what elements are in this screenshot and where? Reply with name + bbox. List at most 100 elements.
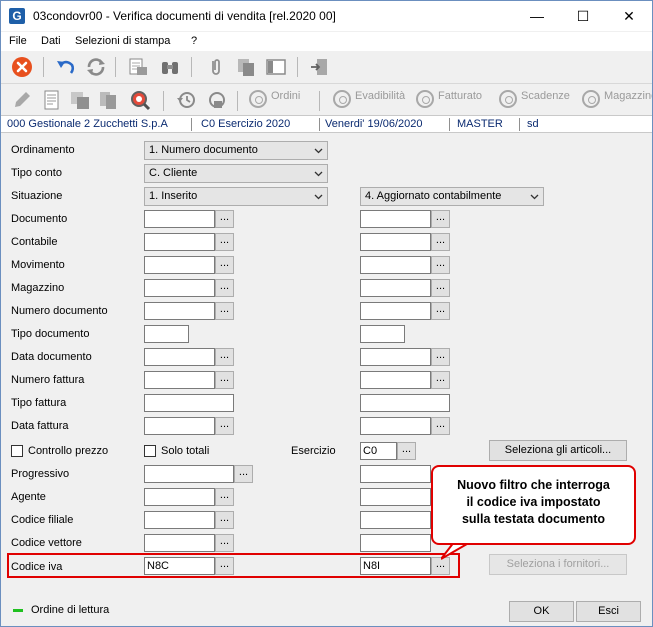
- magazzino-button[interactable]: Magazzino: [582, 90, 652, 112]
- codice-filiale-from-input[interactable]: [144, 511, 215, 529]
- data-fattura-from-input[interactable]: [144, 417, 215, 435]
- agente-label: Agente: [11, 491, 46, 503]
- exit-door-icon[interactable]: [309, 56, 331, 78]
- tipo-documento-from-input[interactable]: [144, 325, 189, 343]
- pencil-icon[interactable]: [11, 89, 33, 111]
- data-documento-to-input[interactable]: [360, 348, 431, 366]
- movimento-to-lookup-button[interactable]: ...: [431, 256, 450, 274]
- data-documento-from-input[interactable]: [144, 348, 215, 366]
- history-reset-icon[interactable]: [205, 89, 227, 111]
- attachment-icon[interactable]: [205, 56, 227, 78]
- history-icon[interactable]: [175, 89, 197, 111]
- documents-stack-icon[interactable]: [69, 89, 91, 111]
- esci-button[interactable]: Esci: [576, 601, 641, 622]
- data-documento-label: Data documento: [11, 351, 92, 363]
- ordinamento-select[interactable]: 1. Numero documento: [144, 141, 328, 160]
- evadibilita-button[interactable]: Evadibilità: [333, 90, 405, 112]
- agente-from-input[interactable]: [144, 488, 215, 506]
- ordini-icon: [249, 90, 267, 108]
- binoculars-icon[interactable]: [159, 56, 181, 78]
- data-documento-to-calendar-button[interactable]: ...: [431, 348, 450, 366]
- close-button[interactable]: ✕: [606, 1, 652, 31]
- numero-documento-from-input[interactable]: [144, 302, 215, 320]
- situazione-from-select[interactable]: 1. Inserito: [144, 187, 328, 206]
- codice-iva-to-input[interactable]: N8I: [360, 557, 431, 575]
- movimento-from-lookup-button[interactable]: ...: [215, 256, 234, 274]
- numero-fattura-to-input[interactable]: [360, 371, 431, 389]
- documento-to-input[interactable]: [360, 210, 431, 228]
- seleziona-articoli-button[interactable]: Seleziona gli articoli...: [489, 440, 627, 461]
- agente-from-lookup-button[interactable]: ...: [215, 488, 234, 506]
- pages-icon[interactable]: [97, 89, 119, 111]
- progressivo-from-input[interactable]: [144, 465, 234, 483]
- situazione-to-select[interactable]: 4. Aggiornato contabilmente: [360, 187, 544, 206]
- data-fattura-from-calendar-button[interactable]: ...: [215, 417, 234, 435]
- data-fattura-to-input[interactable]: [360, 417, 431, 435]
- codice-vettore-from-input[interactable]: [144, 534, 215, 552]
- tipo-conto-select[interactable]: C. Cliente: [144, 164, 328, 183]
- print-preview-icon[interactable]: [127, 56, 149, 78]
- documento-to-lookup-button[interactable]: ...: [431, 210, 450, 228]
- menu-file[interactable]: File: [9, 35, 27, 47]
- magazzino-to-input[interactable]: [360, 279, 431, 297]
- layout-icon[interactable]: [265, 56, 287, 78]
- esercizio-lookup-button[interactable]: ...: [397, 442, 416, 460]
- cancel-icon[interactable]: [11, 56, 33, 78]
- esercizio-input[interactable]: C0: [360, 442, 397, 460]
- numero-documento-to-lookup-button[interactable]: ...: [431, 302, 450, 320]
- ordini-button[interactable]: Ordini: [249, 90, 300, 112]
- solo-totali-checkbox[interactable]: [144, 445, 156, 457]
- codice-vettore-from-lookup-button[interactable]: ...: [215, 534, 234, 552]
- progressivo-label: Progressivo: [11, 468, 70, 480]
- codice-vettore-to-input[interactable]: [360, 534, 431, 552]
- undo-icon[interactable]: [55, 56, 77, 78]
- tipo-fattura-to-input[interactable]: [360, 394, 450, 412]
- magnifier-icon[interactable]: [129, 89, 151, 111]
- fatturato-button[interactable]: Fatturato: [416, 90, 482, 112]
- refresh-icon[interactable]: [85, 56, 107, 78]
- numero-documento-from-lookup-button[interactable]: ...: [215, 302, 234, 320]
- data-documento-from-calendar-button[interactable]: ...: [215, 348, 234, 366]
- ok-button[interactable]: OK: [509, 601, 574, 622]
- agente-to-input[interactable]: [360, 488, 431, 506]
- tipo-conto-label: Tipo conto: [11, 167, 62, 179]
- contabile-from-input[interactable]: [144, 233, 215, 251]
- tipo-documento-to-input[interactable]: [360, 325, 405, 343]
- document-list-icon[interactable]: [41, 89, 63, 111]
- maximize-button[interactable]: ☐: [560, 1, 606, 31]
- scadenze-button[interactable]: Scadenze: [499, 90, 570, 112]
- contabile-to-input[interactable]: [360, 233, 431, 251]
- magazzino-icon: [582, 90, 600, 108]
- controllo-prezzo-checkbox[interactable]: [11, 445, 23, 457]
- numero-fattura-from-lookup-button[interactable]: ...: [215, 371, 234, 389]
- progressivo-to-input[interactable]: [360, 465, 431, 483]
- magazzino-to-lookup-button[interactable]: ...: [431, 279, 450, 297]
- numero-fattura-to-lookup-button[interactable]: ...: [431, 371, 450, 389]
- magazzino-from-lookup-button[interactable]: ...: [215, 279, 234, 297]
- callout-line-2: il codice iva impostato: [466, 495, 601, 509]
- data-fattura-to-calendar-button[interactable]: ...: [431, 417, 450, 435]
- numero-fattura-from-input[interactable]: [144, 371, 215, 389]
- documento-from-lookup-button[interactable]: ...: [215, 210, 234, 228]
- status-divider: [449, 118, 450, 131]
- magazzino-from-input[interactable]: [144, 279, 215, 297]
- codice-iva-from-input[interactable]: N8C: [144, 557, 215, 575]
- codice-iva-from-lookup-button[interactable]: ...: [215, 557, 234, 575]
- numero-documento-to-input[interactable]: [360, 302, 431, 320]
- codice-filiale-from-lookup-button[interactable]: ...: [215, 511, 234, 529]
- tipo-fattura-label: Tipo fattura: [11, 397, 67, 409]
- codice-filiale-to-input[interactable]: [360, 511, 431, 529]
- movimento-to-input[interactable]: [360, 256, 431, 274]
- documento-from-input[interactable]: [144, 210, 215, 228]
- chevron-down-icon: [530, 194, 539, 200]
- menu-help[interactable]: ?: [191, 35, 197, 47]
- menu-selezioni-di-stampa[interactable]: Selezioni di stampa: [75, 35, 170, 47]
- movimento-from-input[interactable]: [144, 256, 215, 274]
- copy-icon[interactable]: [235, 56, 257, 78]
- tipo-fattura-from-input[interactable]: [144, 394, 234, 412]
- minimize-button[interactable]: —: [514, 1, 560, 31]
- menu-dati[interactable]: Dati: [41, 35, 61, 47]
- progressivo-from-lookup-button[interactable]: ...: [234, 465, 253, 483]
- contabile-from-lookup-button[interactable]: ...: [215, 233, 234, 251]
- contabile-to-lookup-button[interactable]: ...: [431, 233, 450, 251]
